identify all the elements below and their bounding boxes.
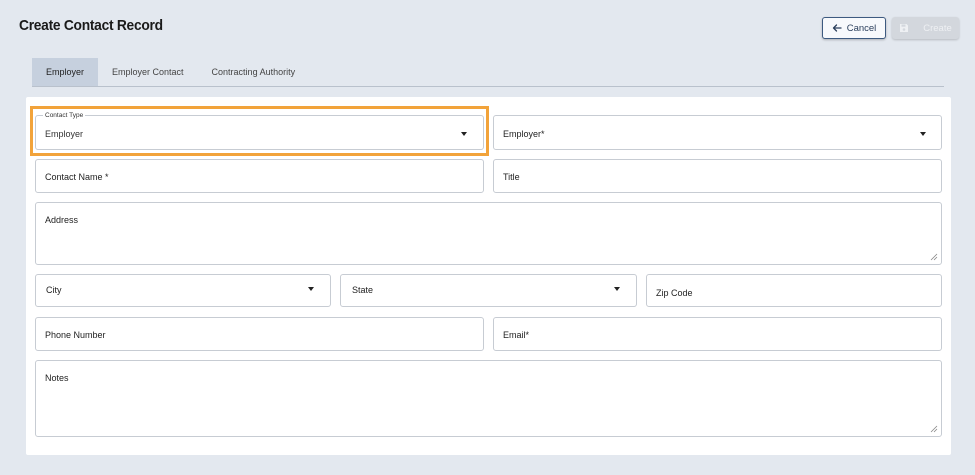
- caret-down-icon: [308, 287, 314, 291]
- employer-select[interactable]: Employer*: [493, 115, 942, 150]
- notes-label: Notes: [45, 373, 69, 383]
- resize-grip-icon[interactable]: [930, 425, 938, 433]
- phone-number-label: Phone Number: [45, 330, 106, 340]
- contact-type-value: Employer: [45, 129, 84, 139]
- tab-bar: Employer Employer Contact Contracting Au…: [32, 58, 944, 87]
- page-title: Create Contact Record: [19, 17, 163, 34]
- phone-number-field[interactable]: Phone Number: [35, 317, 484, 351]
- resize-grip-icon[interactable]: [930, 253, 938, 261]
- arrow-left-icon: [832, 24, 842, 32]
- cancel-button[interactable]: Cancel: [822, 17, 886, 39]
- city-label: City: [46, 285, 62, 295]
- create-button-label: Create: [923, 22, 952, 34]
- contact-name-label: Contact Name *: [45, 172, 109, 182]
- create-button[interactable]: Create: [892, 17, 959, 39]
- caret-down-icon: [614, 287, 620, 291]
- title-field[interactable]: Title: [493, 159, 942, 193]
- contact-name-field[interactable]: Contact Name *: [35, 159, 484, 193]
- address-label: Address: [45, 215, 79, 225]
- zip-code-label: Zip Code: [656, 288, 693, 298]
- address-field[interactable]: Address: [35, 202, 942, 265]
- save-icon: [900, 24, 909, 32]
- zip-code-field[interactable]: Zip Code: [646, 274, 942, 307]
- tab-employer[interactable]: Employer: [32, 58, 99, 86]
- employer-label: Employer*: [503, 129, 545, 139]
- state-select[interactable]: State: [340, 274, 637, 307]
- tab-employer-contact[interactable]: Employer Contact: [98, 58, 198, 86]
- email-label: Email*: [503, 330, 530, 340]
- state-label: State: [352, 285, 374, 295]
- cancel-button-label: Cancel: [846, 22, 877, 34]
- email-field[interactable]: Email*: [493, 317, 942, 351]
- contact-type-label: Contact Type: [43, 112, 86, 119]
- contact-type-select[interactable]: Employer: [35, 115, 484, 150]
- title-label: Title: [503, 172, 520, 182]
- caret-down-icon: [461, 132, 467, 136]
- tab-contracting-authority[interactable]: Contracting Authority: [198, 58, 310, 86]
- notes-field[interactable]: Notes: [35, 360, 942, 437]
- caret-down-icon: [920, 132, 926, 136]
- city-select[interactable]: City: [35, 274, 331, 307]
